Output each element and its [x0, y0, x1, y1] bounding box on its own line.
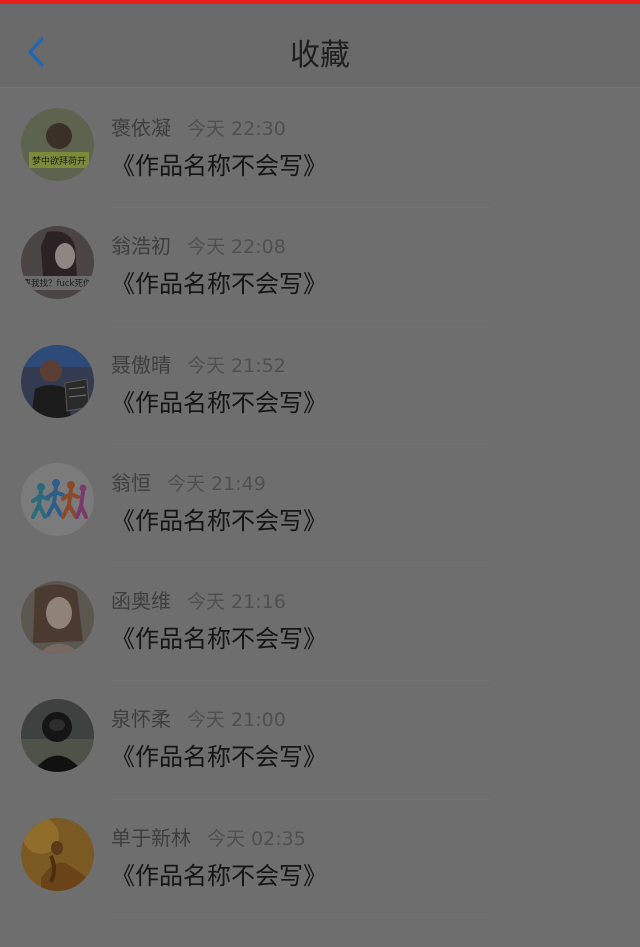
work-title: 《作品名称不会写》	[111, 743, 327, 772]
work-title: 《作品名称不会写》	[111, 388, 327, 417]
avatar-caption: 梦中欲拜荷开	[32, 155, 86, 167]
timestamp: 今天 21:49	[167, 472, 266, 495]
avatar	[21, 344, 94, 418]
page-title: 收藏	[290, 38, 350, 73]
timestamp: 今天 21:00	[187, 709, 286, 732]
user-name: 单于新林	[111, 825, 191, 850]
list-item[interactable]: 要我找？fuck死你 翁浩初 今天 22:08 《作品名称不会写》	[0, 208, 640, 327]
avatar	[21, 817, 94, 891]
timestamp: 今天 21:16	[187, 591, 286, 614]
list-item[interactable]: 聂傲晴 今天 21:52 《作品名称不会写》	[0, 327, 640, 445]
list-item[interactable]: 泉怀柔 今天 21:00 《作品名称不会写》	[0, 681, 640, 800]
work-title: 《作品名称不会写》	[111, 506, 327, 535]
user-name: 聂傲晴	[111, 352, 171, 377]
user-name: 翁浩初	[111, 234, 171, 259]
work-title: 《作品名称不会写》	[111, 625, 327, 654]
avatar: 要我找？fuck死你	[21, 226, 94, 300]
list-item[interactable]: 单于新林 今天 02:35 《作品名称不会写》	[0, 800, 640, 919]
avatar	[21, 699, 94, 773]
user-name: 翁恒	[111, 470, 151, 495]
avatar	[21, 581, 94, 655]
timestamp: 今天 22:30	[187, 118, 286, 140]
list-item[interactable]: 函奥维 今天 21:16 《作品名称不会写》	[0, 563, 640, 682]
favorites-list: 梦中欲拜荷开 褒依凝 今天 22:30 《作品名称不会写》 要我找？fuck死你 …	[0, 90, 640, 919]
avatar: 梦中欲拜荷开	[21, 108, 94, 181]
user-name: 褒依凝	[111, 116, 171, 140]
work-title: 《作品名称不会写》	[111, 861, 327, 890]
user-name: 泉怀柔	[111, 707, 171, 732]
avatar-caption: 要我找？fuck死你	[23, 278, 92, 289]
work-title: 《作品名称不会写》	[111, 270, 327, 299]
timestamp: 今天 21:52	[187, 354, 286, 377]
user-name: 函奥维	[111, 589, 171, 614]
timestamp: 今天 02:35	[207, 827, 306, 850]
list-item[interactable]: 梦中欲拜荷开 褒依凝 今天 22:30 《作品名称不会写》	[0, 90, 640, 209]
nav-bar: 收藏	[0, 4, 640, 88]
divider	[112, 917, 490, 919]
work-title: 《作品名称不会写》	[111, 152, 327, 180]
avatar	[21, 462, 94, 536]
list-item[interactable]: 翁恒 今天 21:49 《作品名称不会写》	[0, 445, 640, 564]
timestamp: 今天 22:08	[187, 236, 286, 259]
